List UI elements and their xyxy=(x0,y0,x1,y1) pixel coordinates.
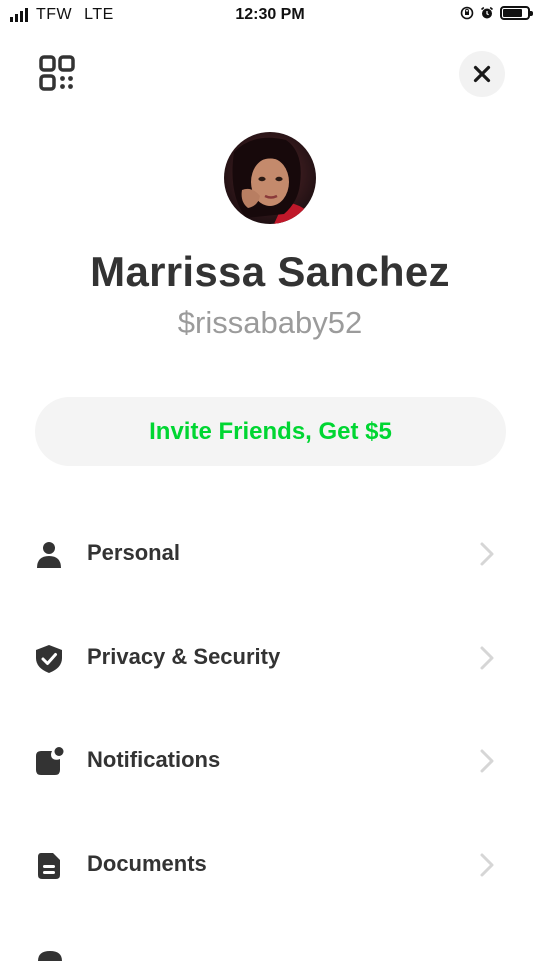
menu-item-personal[interactable]: Personal xyxy=(0,514,540,594)
profile-photo xyxy=(224,132,316,224)
close-button[interactable] xyxy=(459,51,505,97)
cashtag[interactable]: $rissababy52 xyxy=(0,305,540,341)
status-right xyxy=(460,6,533,20)
next-menu-icon xyxy=(38,951,62,961)
qr-code-icon xyxy=(39,55,75,91)
profile-name: Marrissa Sanchez xyxy=(90,248,450,295)
menu-item-label: Personal xyxy=(87,540,180,565)
status-time: 12:30 PM xyxy=(235,6,305,23)
menu-item-notifications[interactable]: Notifications xyxy=(0,721,540,801)
qr-code-button[interactable] xyxy=(36,52,80,96)
chevron-right-icon xyxy=(480,749,494,773)
alarm-icon xyxy=(480,6,494,19)
document-icon xyxy=(38,853,60,879)
shield-icon xyxy=(36,645,62,673)
battery-fill xyxy=(503,9,523,17)
avatar[interactable] xyxy=(224,132,316,224)
person-icon xyxy=(37,542,61,568)
menu-item-label: Notifications xyxy=(87,747,221,772)
chevron-right-icon xyxy=(480,853,494,877)
close-icon xyxy=(473,65,491,83)
invite-friends-button[interactable]: Invite Friends, Get $5 xyxy=(35,397,506,466)
menu-item-documents[interactable]: Documents xyxy=(0,825,540,905)
chevron-right-icon xyxy=(480,542,494,566)
status-bar: TFW LTE 12:30 PM xyxy=(0,0,540,32)
orientation-lock-icon xyxy=(460,6,474,20)
chevron-right-icon xyxy=(480,646,494,670)
menu-item-label: Privacy & Security xyxy=(87,644,281,669)
battery-icon xyxy=(500,6,533,20)
menu-item-label: Documents xyxy=(87,851,207,876)
notification-icon xyxy=(36,747,64,775)
menu-item-privacy-security[interactable]: Privacy & Security xyxy=(0,618,540,698)
